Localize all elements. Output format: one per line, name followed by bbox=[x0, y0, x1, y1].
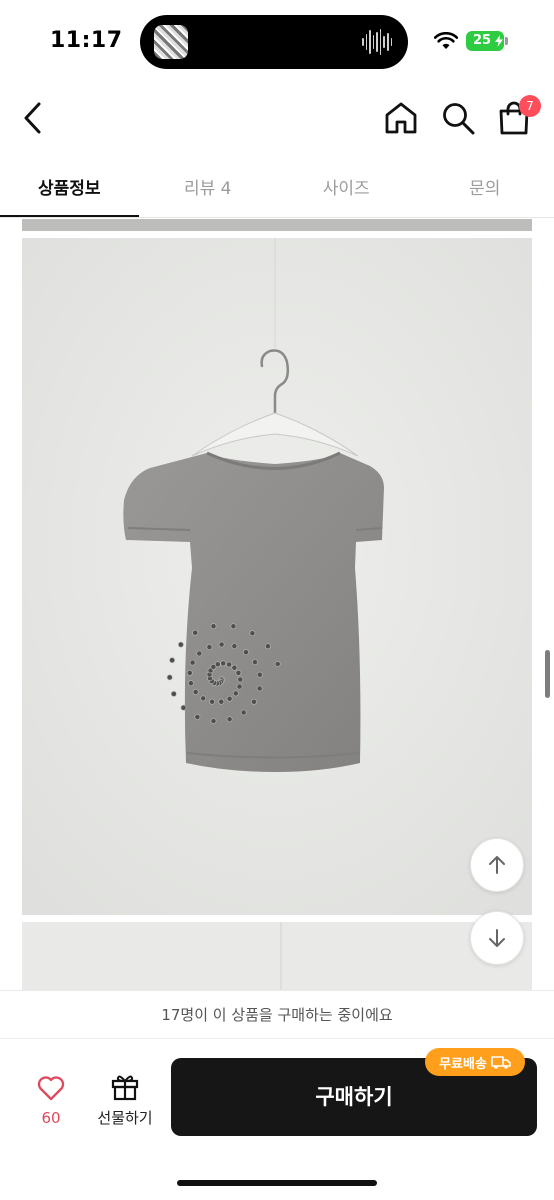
stud bbox=[264, 643, 271, 650]
stud bbox=[243, 649, 249, 656]
stud bbox=[186, 669, 193, 676]
heart-icon bbox=[37, 1076, 65, 1101]
audio-waveform-icon bbox=[362, 28, 393, 56]
stud bbox=[274, 661, 281, 667]
wifi-icon bbox=[434, 32, 458, 49]
battery-level: 25 bbox=[472, 33, 492, 48]
tab-size[interactable]: 사이즈 bbox=[277, 160, 416, 218]
charging-bolt-icon bbox=[495, 35, 503, 47]
stud bbox=[220, 660, 227, 667]
battery-indicator: 25 bbox=[466, 31, 504, 51]
stud bbox=[218, 641, 225, 648]
scroll-to-bottom-button[interactable] bbox=[470, 911, 524, 965]
live-viewers-banner: 17명이 이 상품을 구매하는 중이에요 bbox=[0, 990, 554, 1038]
gift-label: 선물하기 bbox=[97, 1109, 153, 1127]
like-count: 60 bbox=[41, 1109, 61, 1127]
stud bbox=[237, 676, 244, 683]
product-photo bbox=[22, 238, 532, 915]
scroll-to-top-button[interactable] bbox=[470, 838, 524, 892]
scrollbar[interactable] bbox=[545, 650, 550, 698]
tabs-divider bbox=[0, 217, 554, 218]
dynamic-island bbox=[140, 15, 408, 69]
stud bbox=[206, 644, 213, 650]
stud bbox=[170, 690, 177, 697]
stud bbox=[214, 661, 221, 668]
stud bbox=[240, 709, 247, 716]
stud bbox=[210, 718, 217, 724]
stud bbox=[196, 650, 203, 657]
stud bbox=[166, 674, 173, 681]
free-shipping-tag: 무료배송 bbox=[425, 1048, 525, 1076]
previous-product-image bbox=[22, 219, 532, 231]
stud bbox=[226, 716, 233, 723]
stud bbox=[226, 661, 232, 668]
like-button[interactable]: 60 bbox=[26, 1075, 76, 1133]
stud bbox=[249, 630, 256, 637]
stud bbox=[230, 623, 237, 630]
stud bbox=[187, 680, 194, 687]
search-icon[interactable] bbox=[440, 100, 476, 136]
stud bbox=[226, 695, 233, 702]
cart-count-badge: 7 bbox=[519, 95, 541, 117]
stud bbox=[256, 671, 263, 678]
stud bbox=[256, 685, 263, 692]
app-header bbox=[0, 84, 554, 154]
free-shipping-label: 무료배송 bbox=[439, 1056, 487, 1072]
tab-product-info[interactable]: 상품정보 bbox=[0, 160, 139, 218]
back-button[interactable] bbox=[16, 98, 52, 138]
stud bbox=[177, 641, 184, 648]
stud bbox=[235, 669, 242, 676]
stud bbox=[231, 643, 238, 649]
stud bbox=[232, 690, 239, 697]
product-tabs: 상품정보 리뷰 4 사이즈 문의 bbox=[0, 160, 554, 218]
stud bbox=[180, 704, 187, 711]
stud bbox=[200, 695, 207, 702]
stud bbox=[192, 689, 199, 695]
stud bbox=[194, 714, 201, 720]
tab-inquiry[interactable]: 문의 bbox=[416, 160, 554, 218]
tab-reviews[interactable]: 리뷰 4 bbox=[139, 160, 278, 218]
gift-button[interactable]: 선물하기 bbox=[90, 1071, 160, 1133]
arrow-down-icon bbox=[489, 929, 505, 947]
arrow-up-icon bbox=[489, 856, 505, 874]
stud bbox=[252, 659, 258, 665]
delivery-truck-icon bbox=[491, 1056, 511, 1069]
battery-cap bbox=[505, 37, 508, 45]
stud bbox=[231, 664, 238, 671]
stud bbox=[218, 698, 225, 705]
stud bbox=[251, 698, 257, 705]
stud bbox=[236, 683, 243, 690]
stud bbox=[169, 657, 175, 664]
stud bbox=[210, 623, 217, 630]
stud bbox=[209, 698, 215, 705]
now-playing-artwork bbox=[154, 25, 188, 59]
gift-icon bbox=[111, 1075, 139, 1101]
tshirt-on-hanger-image bbox=[22, 238, 532, 915]
status-time: 11:17 bbox=[50, 28, 123, 53]
home-icon[interactable] bbox=[383, 100, 419, 136]
stud bbox=[192, 629, 199, 636]
status-bar: 11:17 25 bbox=[0, 0, 554, 84]
stud bbox=[189, 659, 196, 666]
home-indicator bbox=[177, 1180, 377, 1186]
